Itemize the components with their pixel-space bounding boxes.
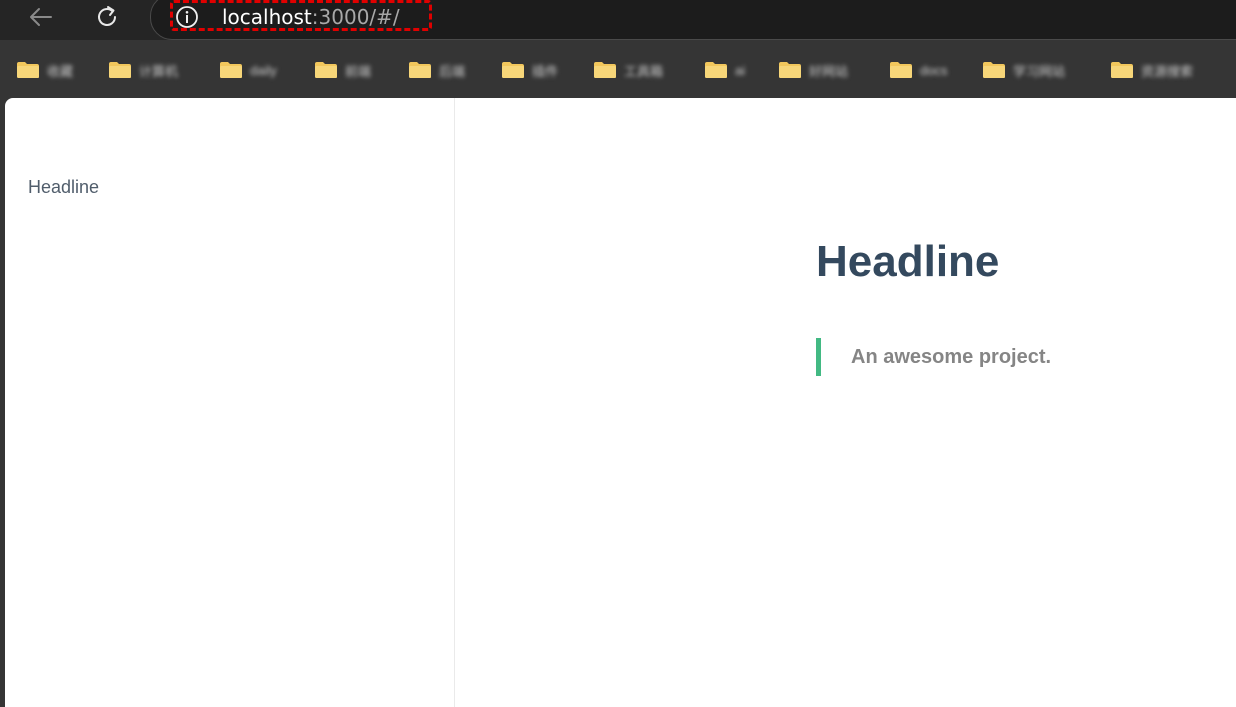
folder-icon	[502, 62, 524, 78]
folder-icon	[779, 62, 801, 78]
folder-icon	[315, 62, 337, 78]
bookmark-label: daily	[250, 62, 277, 78]
bookmark-label: 插件	[532, 63, 559, 79]
bookmark-label: 学习网站	[1013, 63, 1066, 79]
bookmark-folder-6[interactable]: 插件	[501, 60, 558, 80]
browser-toolbar: localhost:3000/#/	[0, 0, 1236, 40]
reload-button[interactable]	[92, 2, 122, 32]
bookmark-label: 好网站	[809, 63, 849, 79]
folder-icon	[594, 62, 616, 78]
browser-window: localhost:3000/#/ 收藏 计算机 daily 前端 后端 插件 …	[0, 0, 1236, 707]
page-viewport: Headline Headline An awesome project.	[5, 98, 1236, 707]
bookmark-folder-12[interactable]: 资源搜索	[1110, 60, 1193, 80]
bookmark-label: 计算机	[139, 63, 179, 79]
bookmark-folder-7[interactable]: 工具箱	[593, 60, 663, 80]
back-button[interactable]	[26, 2, 56, 32]
bookmark-label: 收藏	[47, 63, 74, 79]
folder-icon	[983, 62, 1005, 78]
reload-icon	[98, 6, 116, 26]
folder-icon	[109, 62, 131, 78]
folder-icon	[705, 62, 727, 78]
folder-icon	[220, 62, 242, 78]
bookmark-folder-9[interactable]: 好网站	[778, 60, 848, 80]
bookmark-folder-3[interactable]: daily	[219, 60, 277, 80]
bookmark-folder-4[interactable]: 前端	[314, 60, 371, 80]
quote-text: An awesome project.	[851, 345, 1052, 368]
arrow-left-icon	[30, 8, 52, 26]
bookmark-folder-2[interactable]: 计算机	[108, 60, 178, 80]
bookmark-folder-1[interactable]: 收藏	[16, 60, 73, 80]
bookmark-folder-10[interactable]: docs	[889, 60, 947, 80]
sidebar-item-headline[interactable]: Headline	[28, 177, 99, 198]
page-title: Headline	[816, 237, 1000, 286]
bookmark-label: 工具箱	[624, 63, 664, 79]
folder-icon	[409, 62, 431, 78]
bookmark-folder-11[interactable]: 学习网站	[982, 60, 1065, 80]
docs-sidebar: Headline	[5, 98, 455, 707]
blockquote: An awesome project.	[816, 338, 1051, 376]
folder-icon	[1111, 62, 1133, 78]
bookmark-label: 前端	[345, 63, 372, 79]
bookmark-folder-5[interactable]: 后端	[408, 60, 465, 80]
bookmark-label: ai	[735, 62, 746, 78]
folder-icon	[890, 62, 912, 78]
bookmark-label: 后端	[439, 63, 466, 79]
bookmark-folder-8[interactable]: ai	[704, 60, 745, 80]
bookmark-label: 资源搜索	[1141, 63, 1194, 79]
annotation-highlight-box	[170, 0, 432, 31]
folder-icon	[17, 62, 39, 78]
main-content: Headline An awesome project.	[455, 98, 1236, 707]
bookmark-label: docs	[920, 62, 948, 78]
